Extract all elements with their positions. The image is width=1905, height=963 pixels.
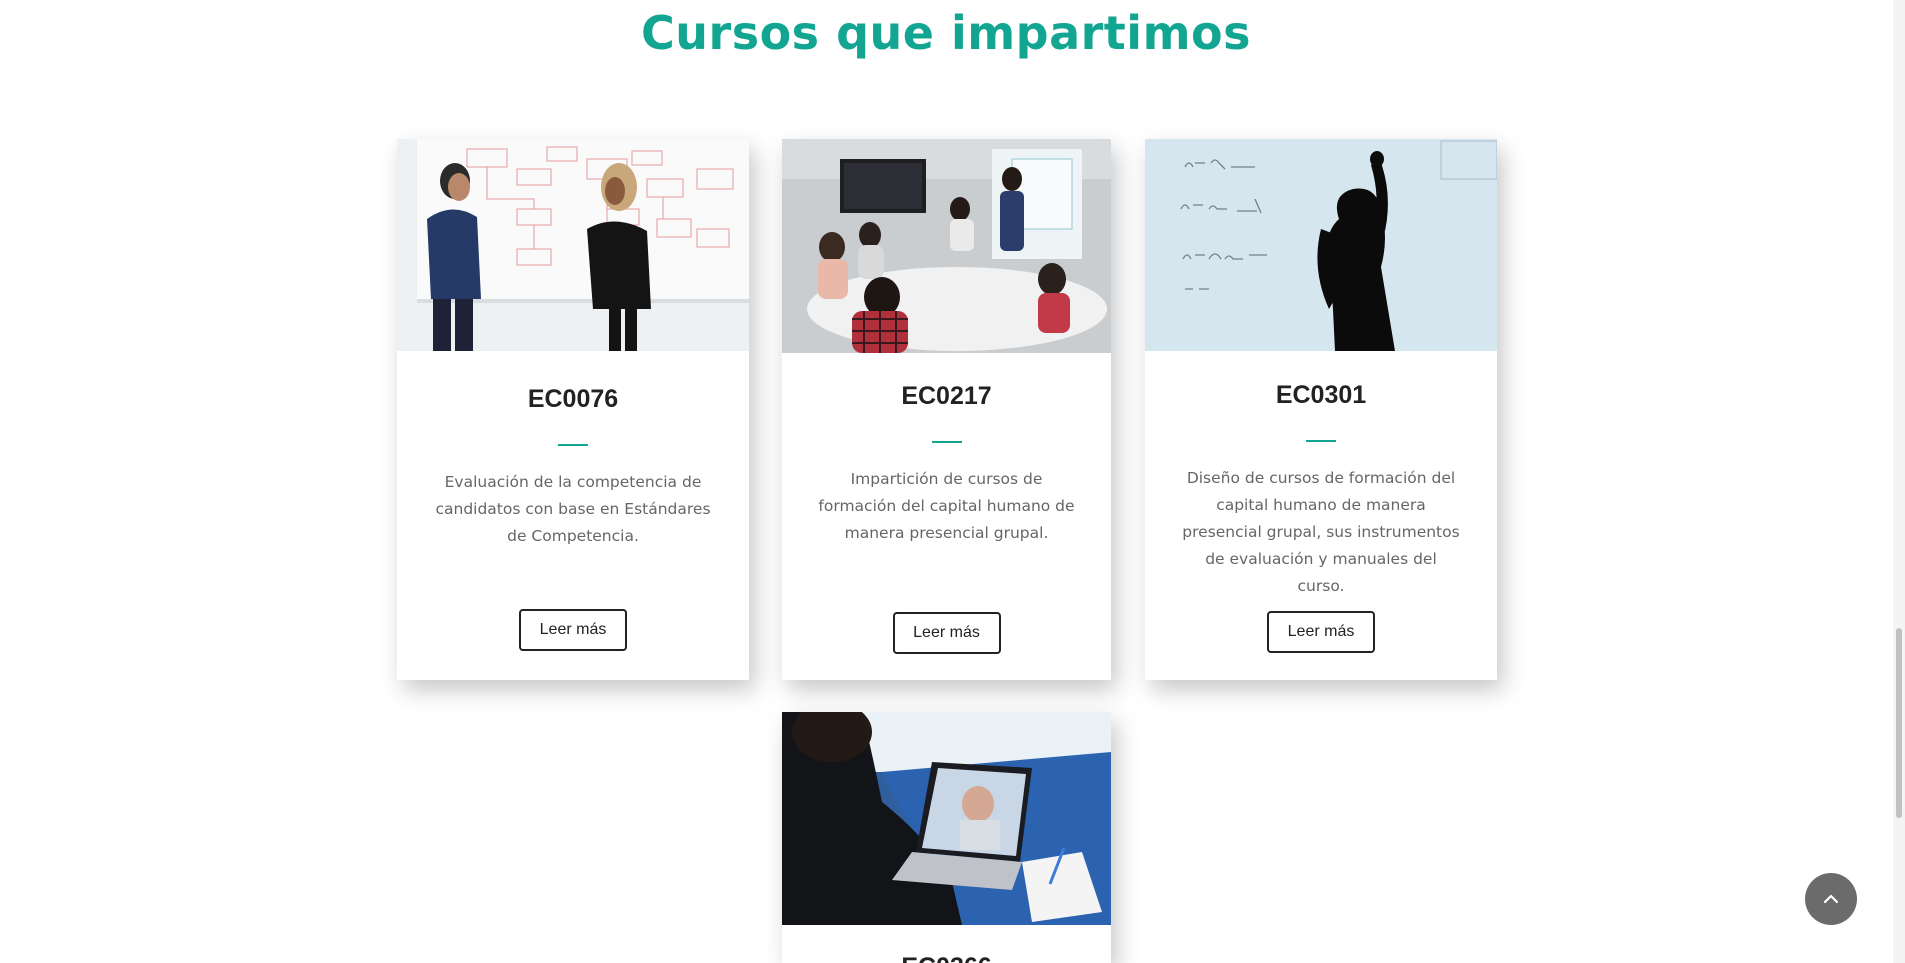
course-card-ec0366: EC0366	[782, 712, 1111, 963]
course-card-ec0217: EC0217 Impartición de cursos de formació…	[782, 139, 1111, 680]
title-divider	[931, 441, 962, 443]
course-title: EC0366	[782, 953, 1111, 963]
course-image-whiteboard-meeting	[397, 139, 749, 351]
course-title: EC0076	[527, 385, 619, 413]
read-more-button[interactable]: Leer más	[519, 609, 627, 651]
course-image-blackboard-equations	[1145, 139, 1497, 351]
course-description: Impartición de cursos de formación del c…	[818, 470, 1075, 542]
scrollbar-thumb[interactable]	[1896, 628, 1902, 818]
scroll-top-button[interactable]	[1805, 873, 1857, 925]
course-description: Diseño de cursos de formación del capita…	[1182, 469, 1460, 595]
course-card-ec0301: EC0301 Diseño de cursos de formación del…	[1145, 139, 1497, 680]
course-title: EC0217	[901, 382, 992, 410]
read-more-button[interactable]: Leer más	[1267, 611, 1375, 653]
scrollbar[interactable]	[1893, 0, 1905, 963]
course-image-video-call	[782, 712, 1111, 925]
course-card-ec0076: EC0076 Evaluación de la competencia de c…	[397, 139, 749, 680]
course-description: Evaluación de la competencia de candidat…	[435, 473, 711, 545]
title-divider	[558, 444, 588, 446]
chevron-up-icon	[1823, 894, 1839, 904]
course-image-conference-room	[782, 139, 1111, 353]
read-more-button[interactable]: Leer más	[892, 612, 1001, 654]
title-divider	[1306, 440, 1336, 442]
course-title: EC0301	[1275, 381, 1367, 409]
section-title: Cursos que impartimos	[641, 6, 1251, 60]
page: Cursos que impartimos EC0076 Evaluación …	[0, 0, 1905, 963]
